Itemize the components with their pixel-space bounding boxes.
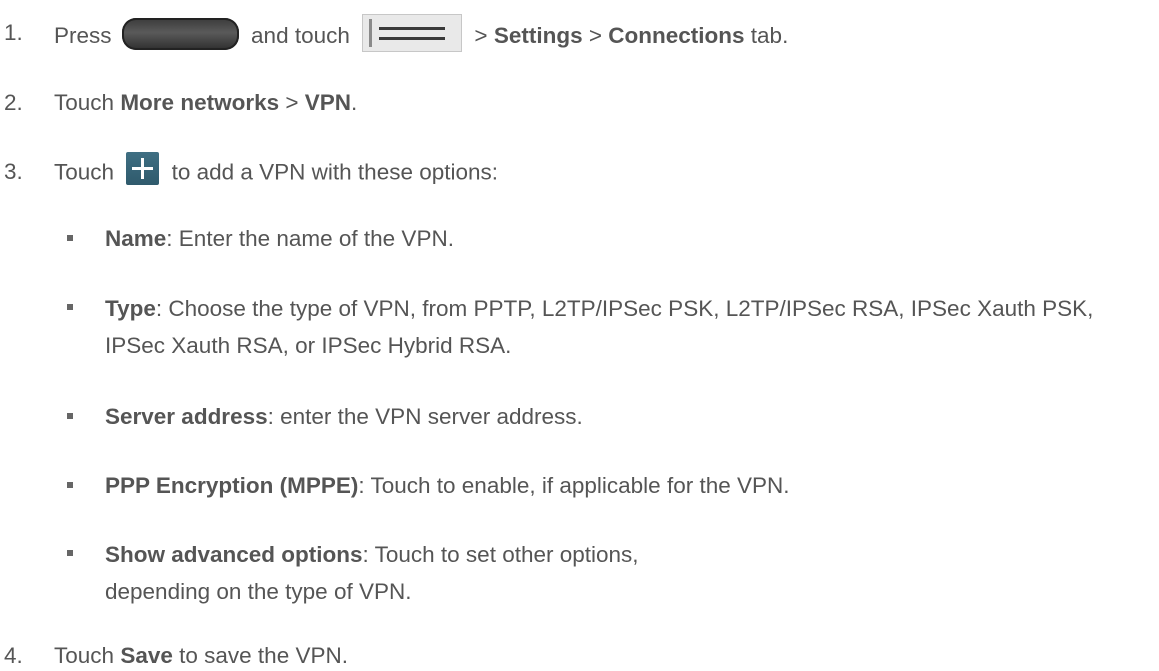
period: . <box>351 90 358 115</box>
step-text: Touch <box>54 90 115 115</box>
option-term: Server address <box>105 404 268 429</box>
menu-key-icon <box>362 14 463 52</box>
option-term: Type <box>105 296 156 321</box>
separator: > <box>285 90 299 115</box>
vpn-label: VPN <box>304 90 352 115</box>
step-text: Touch <box>54 643 115 668</box>
option-term: Name <box>105 226 167 251</box>
bullet-icon <box>67 304 73 310</box>
step-number: 1. <box>4 20 23 45</box>
settings-label: Settings <box>493 22 583 48</box>
option-desc: : Choose the type of VPN, from PPTP, L2T… <box>105 296 1094 358</box>
step-number: 4. <box>4 643 23 668</box>
option-term: PPP Encryption (MPPE) <box>105 473 359 498</box>
step-text: and touch <box>251 22 350 48</box>
bullet-icon <box>67 235 73 241</box>
separator: > <box>588 22 602 48</box>
bullet-icon <box>67 413 73 419</box>
step-text: to add a VPN with these options: <box>171 159 499 185</box>
bullet-icon <box>67 550 73 556</box>
save-label: Save <box>120 643 173 668</box>
add-plus-icon <box>126 152 160 185</box>
home-key-icon <box>121 18 239 50</box>
option-desc: : enter the VPN server address. <box>267 404 583 429</box>
step-text: Press <box>54 22 112 48</box>
option-desc: : Enter the name of the VPN. <box>166 226 454 251</box>
step-text: Touch <box>54 159 115 185</box>
step-number: 2. <box>4 90 23 115</box>
step-text: to save the VPN. <box>179 643 348 668</box>
option-desc: : Touch to enable, if applicable for the… <box>358 473 790 498</box>
more-networks-label: More networks <box>120 90 280 115</box>
separator: > <box>474 22 488 48</box>
connections-label: Connections <box>608 22 745 48</box>
step-number: 3. <box>4 159 23 184</box>
step-text: tab. <box>750 22 789 48</box>
bullet-icon <box>67 482 73 488</box>
option-term: Show advanced options <box>105 542 363 567</box>
